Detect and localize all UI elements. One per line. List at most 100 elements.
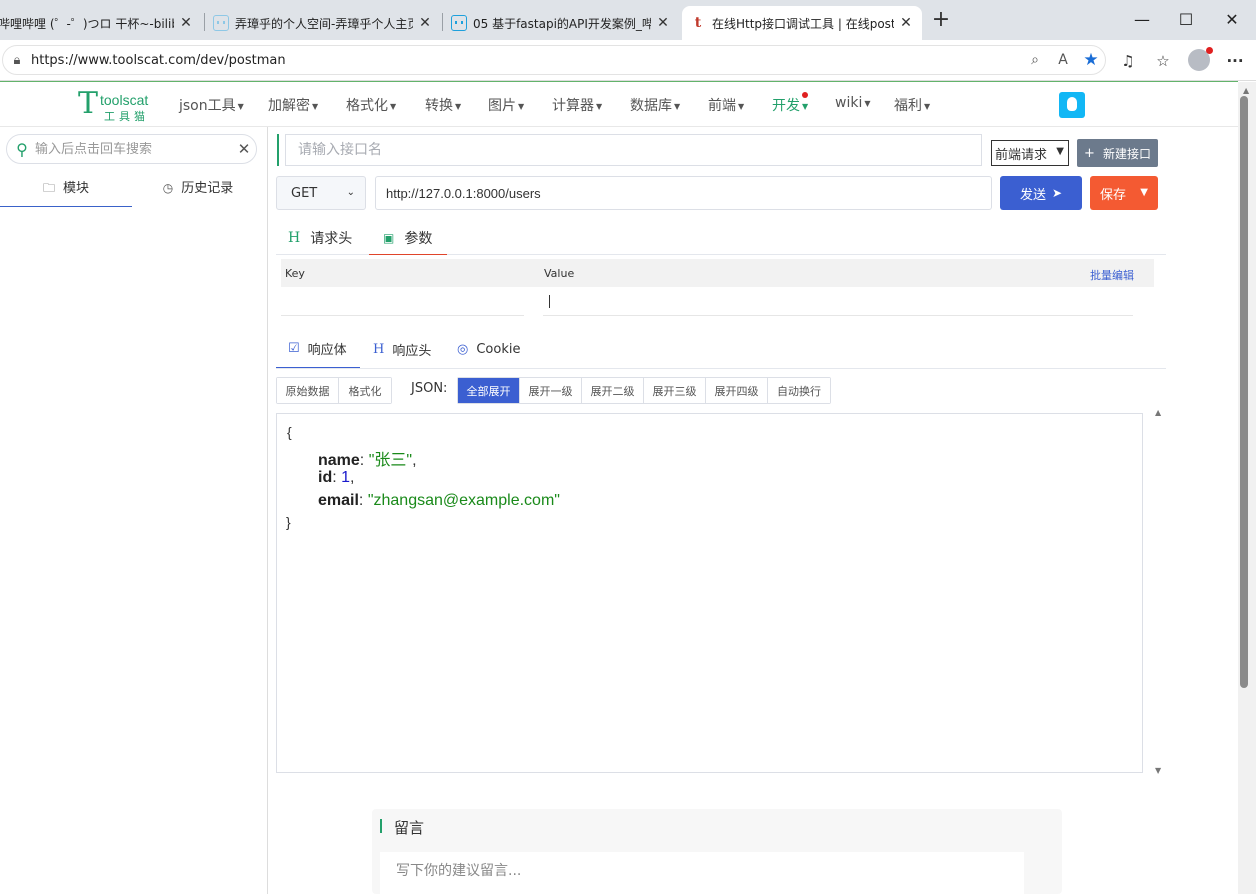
- comment-title: 留言: [394, 819, 425, 837]
- qq-icon[interactable]: [1059, 92, 1085, 118]
- json-colon: :: [359, 452, 369, 469]
- tab-close-icon[interactable]: ✕: [655, 15, 671, 31]
- raw-data-button[interactable]: 原始数据: [277, 378, 339, 403]
- bulk-edit-link[interactable]: 批量编辑: [1090, 267, 1134, 283]
- more-menu-icon[interactable]: ···: [1222, 48, 1248, 74]
- nav-item-1[interactable]: 加解密 ▼: [268, 95, 318, 115]
- new-api-button[interactable]: + 新建接口: [1077, 139, 1158, 167]
- method-select[interactable]: GET ⌄: [276, 176, 366, 210]
- tab-title: 在线Http接口调试工具 | 在线postman: [712, 16, 894, 31]
- request-url-input[interactable]: [375, 176, 992, 210]
- nav-item-label: 转换: [425, 98, 453, 114]
- browser-tab-user-space[interactable]: 弄璋乎的个人空间-弄璋乎个人主页 ✕: [205, 6, 441, 40]
- expand-level-4-button[interactable]: 展开四级: [706, 378, 768, 403]
- tab-modules[interactable]: 🗀︎ 模块: [0, 177, 132, 207]
- address-bar[interactable]: 🔒︎ https://www.toolscat.com/dev/postman …: [2, 45, 1106, 75]
- tab-request-headers[interactable]: H 请求头: [288, 221, 370, 255]
- json-value: 1: [341, 469, 351, 486]
- favorites-icon[interactable]: ☆: [1150, 48, 1176, 74]
- caret-down-icon: ▼: [390, 101, 397, 111]
- request-type-select[interactable]: 前端请求 ▼: [991, 140, 1069, 166]
- tab-close-icon[interactable]: ✕: [417, 15, 433, 31]
- key-header: Key: [285, 267, 305, 280]
- tab-title: 哔哩哔哩 (゜-゜)つロ 干杯~-bilibili: [0, 16, 174, 31]
- json-colon: :: [358, 492, 368, 509]
- clear-icon[interactable]: ✕: [232, 140, 256, 158]
- music-icon[interactable]: ♫: [1115, 48, 1141, 74]
- save-button[interactable]: 保存 ▼: [1090, 176, 1158, 210]
- notification-dot: [802, 92, 809, 98]
- maximize-button[interactable]: ☐: [1163, 8, 1209, 32]
- nav-item-4[interactable]: 图片 ▼: [488, 95, 524, 115]
- tab-close-icon[interactable]: ✕: [178, 15, 194, 31]
- clock-icon: ◷: [162, 181, 174, 195]
- value-header: Value: [544, 267, 575, 280]
- tab-label: 响应头: [392, 343, 432, 359]
- tab-label: 历史记录: [181, 181, 234, 196]
- page-scrollbar[interactable]: ▲: [1238, 82, 1256, 894]
- nav-item-5[interactable]: 计算器 ▼: [552, 95, 602, 115]
- scroll-up-arrow[interactable]: ▲: [1155, 408, 1161, 417]
- tab-label: 参数: [404, 230, 433, 247]
- tab-cookie[interactable]: ◎ Cookie: [457, 330, 520, 368]
- request-tabs: H 请求头 ▣ 参数: [276, 221, 1166, 255]
- minimize-button[interactable]: —: [1119, 8, 1165, 32]
- request-type-value: 前端请求: [995, 147, 1048, 163]
- param-value-cell[interactable]: [543, 288, 1133, 316]
- json-field-name: name: "张三",: [318, 446, 417, 470]
- tab-close-icon[interactable]: ✕: [898, 15, 914, 31]
- param-key-cell[interactable]: [281, 288, 524, 316]
- scrollbar-thumb[interactable]: [1240, 96, 1248, 688]
- tab-params[interactable]: ▣ 参数: [369, 221, 447, 255]
- tab-history[interactable]: ◷ 历史记录: [132, 177, 264, 207]
- sidebar-search: ⚲ ✕: [6, 134, 257, 164]
- favorite-star-icon[interactable]: ★: [1077, 50, 1105, 70]
- json-value: "zhangsan@example.com": [367, 492, 560, 509]
- nav-item-6[interactable]: 数据库 ▼: [630, 95, 680, 115]
- sidebar-tabs: 🗀︎ 模块 ◷ 历史记录: [0, 177, 264, 207]
- save-label: 保存: [1100, 187, 1127, 203]
- toolscat-logo[interactable]: T toolscat 工具猫: [78, 86, 158, 123]
- nav-item-0[interactable]: json工具 ▼: [179, 95, 244, 115]
- caret-down-icon[interactable]: ▼: [1140, 187, 1148, 198]
- profile-avatar[interactable]: [1188, 47, 1213, 71]
- nav-item-label: 数据库: [630, 98, 672, 114]
- browser-tab-bilibili-home[interactable]: 哔哩哔哩 (゜-゜)つロ 干杯~-bilibili ✕: [0, 6, 202, 40]
- response-body-viewer[interactable]: { name: "张三", id: 1, email: "zhangsan@ex…: [276, 413, 1143, 773]
- caret-down-icon: ▼: [802, 101, 809, 111]
- format-button[interactable]: 格式化: [339, 378, 391, 403]
- api-name-input[interactable]: [285, 134, 982, 166]
- tab-response-headers[interactable]: H 响应头: [373, 330, 431, 368]
- tab-label: 响应体: [307, 343, 347, 358]
- json-label: JSON:: [411, 381, 448, 396]
- expand-level-2-button[interactable]: 展开二级: [582, 378, 644, 403]
- nav-item-2[interactable]: 格式化 ▼: [346, 95, 396, 115]
- tab-title: 05 基于fastapi的API开发案例_哔哩: [473, 16, 651, 31]
- bilibili-icon: [213, 15, 229, 31]
- scroll-down-arrow[interactable]: ▼: [1155, 766, 1161, 775]
- tab-response-body[interactable]: ☑ 响应体: [276, 330, 360, 368]
- browser-tab-fastapi-video[interactable]: 05 基于fastapi的API开发案例_哔哩 ✕: [443, 6, 679, 40]
- read-aloud-icon[interactable]: A: [1049, 52, 1077, 68]
- expand-level-3-button[interactable]: 展开三级: [644, 378, 706, 403]
- comment-input[interactable]: [380, 852, 1024, 894]
- window-close-button[interactable]: ✕: [1209, 8, 1255, 32]
- new-tab-button[interactable]: +: [928, 8, 954, 34]
- nav-item-7[interactable]: 前端 ▼: [708, 95, 744, 115]
- lock-icon[interactable]: 🔒︎: [3, 53, 31, 68]
- zoom-icon[interactable]: ⌕: [1021, 52, 1049, 68]
- browser-tab-toolscat-postman[interactable]: t 在线Http接口调试工具 | 在线postman ✕: [682, 6, 922, 40]
- scroll-up-arrow[interactable]: ▲: [1243, 86, 1249, 95]
- nav-item-8[interactable]: 开发 ▼: [772, 92, 809, 115]
- nav-item-9[interactable]: wiki ▼: [835, 95, 871, 111]
- url-text[interactable]: https://www.toolscat.com/dev/postman: [31, 53, 1021, 68]
- expand-all-button[interactable]: 全部展开: [458, 378, 520, 403]
- nav-item-label: 前端: [708, 98, 736, 114]
- send-button[interactable]: 发送 ➤: [1000, 176, 1082, 210]
- nav-item-3[interactable]: 转换 ▼: [425, 95, 461, 115]
- chevron-down-icon: ▼: [1056, 146, 1064, 157]
- expand-level-1-button[interactable]: 展开一级: [520, 378, 582, 403]
- nav-item-10[interactable]: 福利 ▼: [894, 95, 930, 115]
- search-input[interactable]: [35, 141, 232, 157]
- auto-wrap-button[interactable]: 自动换行: [768, 378, 830, 403]
